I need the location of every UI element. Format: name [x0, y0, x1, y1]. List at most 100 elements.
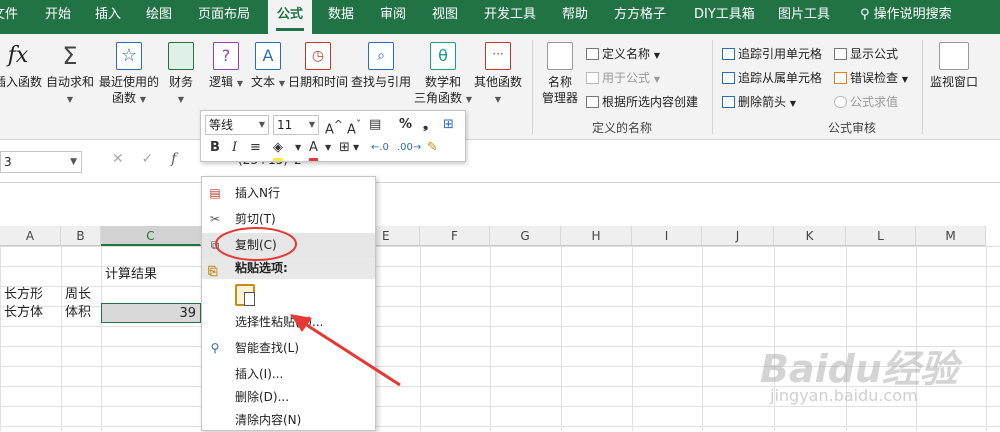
borders-icon[interactable]: ⊞: [339, 138, 350, 158]
menu-insert[interactable]: 插入(I)...: [202, 362, 375, 386]
context-menu: ▤ 插入N行 ✂ 剪切(T) ⧉ 复制(C) ⎘ 粘贴选项: 选择性粘贴(S)... ⚲…: [201, 176, 376, 431]
ribbon-separator: [712, 40, 713, 134]
column-header-e[interactable]: E: [376, 226, 420, 246]
tab-insert[interactable]: 插入: [95, 0, 121, 34]
font-color-icon[interactable]: A: [309, 138, 318, 161]
decrease-font-icon[interactable]: Aˇ: [347, 115, 361, 140]
column-header-f[interactable]: F: [420, 226, 490, 246]
tab-formulas[interactable]: 公式: [268, 0, 313, 34]
tag-icon: [547, 42, 573, 70]
chevron-down-icon[interactable]: ▼: [325, 138, 331, 158]
tab-draw[interactable]: 绘图: [146, 0, 172, 34]
merge-center-icon[interactable]: ⊞: [443, 115, 454, 135]
tab-home[interactable]: 开始: [45, 0, 71, 34]
tab-fangfang[interactable]: 方方格子: [614, 0, 666, 34]
create-from-selection-button[interactable]: 根据所选内容创建: [586, 94, 698, 110]
ribbon-formulas: fx 插入函数 Σ 自动求和 ▼ ☆ 最近使用的 函数 ▼ 财务 ▼ ? 逻辑 ▼ A…: [0, 34, 1000, 140]
name-manager-button[interactable]: 名称 管理器: [542, 42, 578, 106]
define-name-button[interactable]: 定义名称 ▼: [586, 46, 660, 64]
error-checking-button[interactable]: 错误检查 ▼: [834, 70, 908, 88]
tab-page-layout[interactable]: 页面布局: [198, 0, 250, 34]
evaluate-formula-button[interactable]: 公式求值: [834, 94, 898, 110]
tab-diy-toolbox[interactable]: DIY工具箱: [694, 0, 755, 34]
tell-me-search[interactable]: ⚲ 操作说明搜索: [860, 0, 952, 30]
currency-format-icon[interactable]: ▤: [369, 115, 381, 135]
menu-smart-lookup[interactable]: ⚲ 智能查找(L): [202, 336, 375, 360]
percent-icon[interactable]: %: [399, 115, 412, 135]
date-time-button[interactable]: ◷ 日期和时间: [288, 42, 348, 90]
cell-b-volume[interactable]: 体积: [61, 303, 101, 323]
tab-help[interactable]: 帮助: [562, 0, 588, 34]
menu-insert-n-rows[interactable]: ▤ 插入N行: [202, 181, 375, 205]
font-size-select[interactable]: 11 ▼: [273, 115, 319, 135]
bold-icon[interactable]: B: [210, 138, 220, 158]
autosum-button[interactable]: Σ 自动求和 ▼: [46, 42, 94, 108]
increase-font-icon[interactable]: A^: [325, 115, 343, 140]
column-header-k[interactable]: K: [774, 226, 846, 246]
chevron-down-icon: ▼: [653, 51, 660, 60]
column-header-m[interactable]: M: [916, 226, 986, 246]
cancel-icon[interactable]: ✕: [112, 151, 124, 167]
remove-arrows-button[interactable]: 删除箭头 ▼: [722, 94, 796, 112]
comma-style-icon[interactable]: ❟: [423, 115, 428, 135]
cell-a-cuboid[interactable]: 长方体: [0, 303, 61, 323]
grid-line: [490, 246, 491, 431]
cell-b-perimeter[interactable]: 周长: [61, 285, 101, 305]
paste-clipboard-icon[interactable]: [235, 284, 255, 306]
trace-dependents-button[interactable]: 追踪从属单元格: [722, 70, 822, 86]
cell-a-rectangle[interactable]: 长方形: [0, 285, 61, 305]
column-header-g[interactable]: G: [490, 226, 561, 246]
chevron-down-icon[interactable]: ▼: [295, 138, 301, 158]
formula-bar-buttons: ✕ ✓ f: [112, 151, 176, 173]
trace-precedents-button[interactable]: 追踪引用单元格: [722, 46, 822, 62]
tab-file[interactable]: 文件: [0, 0, 18, 34]
tag-icon: [586, 48, 599, 60]
fx-icon[interactable]: f: [171, 151, 176, 167]
increase-decimal-icon[interactable]: ←.0: [371, 138, 389, 158]
tab-picture-tools[interactable]: 图片工具: [778, 0, 830, 34]
lookup-reference-button[interactable]: ⌕ 查找与引用: [351, 42, 411, 90]
name-box[interactable]: 3 ▼: [0, 151, 82, 173]
menu-paste-special[interactable]: 选择性粘贴(S)...: [202, 310, 375, 334]
menu-clear-contents[interactable]: 清除内容(N): [202, 408, 375, 432]
column-header-b[interactable]: B: [61, 226, 101, 246]
column-header-h[interactable]: H: [561, 226, 632, 246]
ribbon-separator: [532, 40, 533, 134]
italic-icon[interactable]: I: [232, 138, 237, 158]
fill-color-icon[interactable]: ◈: [273, 138, 283, 161]
watch-window-button[interactable]: 监视窗口: [930, 42, 978, 90]
column-header-a[interactable]: A: [0, 226, 61, 246]
decrease-decimal-icon[interactable]: .00→: [397, 138, 421, 158]
show-formulas-button[interactable]: 显示公式: [834, 46, 898, 62]
recent-functions-button[interactable]: ☆ 最近使用的 函数 ▼: [99, 42, 159, 108]
text-functions-button[interactable]: A 文本 ▼: [251, 42, 285, 92]
column-header-l[interactable]: L: [846, 226, 916, 246]
column-header-c[interactable]: C: [101, 226, 201, 246]
chevron-down-icon[interactable]: ▼: [353, 138, 359, 158]
math-trig-button[interactable]: θ 数学和 三角函数 ▼: [414, 42, 472, 108]
watch-window-icon: [939, 42, 969, 70]
tab-review[interactable]: 审阅: [380, 0, 406, 34]
tab-view[interactable]: 视图: [432, 0, 458, 34]
tab-developer[interactable]: 开发工具: [484, 0, 536, 34]
tab-data[interactable]: 数据: [328, 0, 354, 34]
financial-button[interactable]: 财务 ▼: [168, 42, 194, 108]
enter-check-icon[interactable]: ✓: [142, 151, 154, 167]
insert-function-button[interactable]: fx 插入函数: [0, 42, 42, 90]
format-painter-icon[interactable]: ✎: [427, 138, 438, 158]
menu-delete[interactable]: 删除(D)...: [202, 385, 375, 409]
selected-cell-c[interactable]: 39: [101, 303, 201, 323]
formula-auditing-group-label: 公式审核: [828, 121, 877, 135]
column-header-i[interactable]: I: [632, 226, 702, 246]
menu-copy[interactable]: ⧉ 复制(C): [202, 233, 375, 257]
more-functions-button[interactable]: ··· 其他函数 ▼: [474, 42, 522, 108]
logical-button[interactable]: ? 逻辑 ▼: [209, 42, 243, 92]
use-in-formula-button[interactable]: 用于公式 ▼: [586, 70, 660, 88]
column-header-j[interactable]: J: [702, 226, 774, 246]
cell-c-header[interactable]: 计算结果: [101, 265, 201, 285]
font-name-select[interactable]: 等线 ▼: [205, 115, 269, 135]
chevron-down-icon: ▼: [465, 95, 472, 104]
menu-cut[interactable]: ✂ 剪切(T): [202, 207, 375, 231]
chevron-down-icon: ▼: [70, 157, 77, 167]
align-center-icon[interactable]: ≡: [250, 138, 261, 158]
